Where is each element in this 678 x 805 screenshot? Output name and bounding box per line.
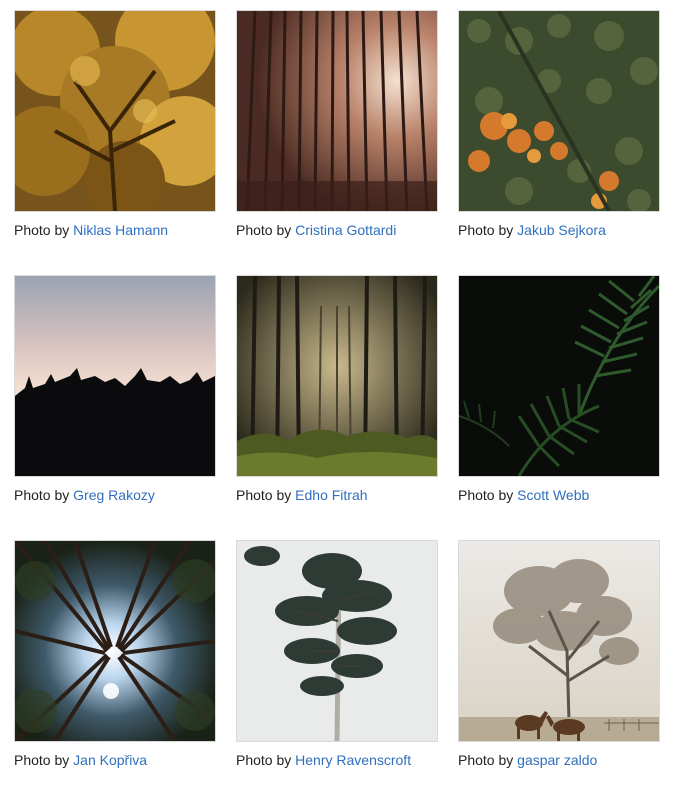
- caption-prefix: Photo by: [236, 222, 292, 238]
- photo-credit: Photo by Cristina Gottardi: [236, 222, 438, 239]
- gallery-card: Photo by Greg Rakozy: [14, 275, 216, 540]
- photo-looking-up-pine-trees[interactable]: [14, 540, 216, 742]
- gallery-card: Photo by Niklas Hamann: [14, 10, 216, 275]
- gallery-card: Photo by gaspar zaldo: [458, 540, 660, 805]
- gallery-card: Photo by Edho Fitrah: [236, 275, 438, 540]
- gallery-card: Photo by Jakub Sejkora: [458, 10, 660, 275]
- photographer-link[interactable]: Scott Webb: [517, 487, 589, 503]
- photographer-link[interactable]: Jan Kopřiva: [73, 752, 147, 768]
- photo-credit: Photo by Scott Webb: [458, 487, 660, 504]
- photographer-link[interactable]: Edho Fitrah: [295, 487, 367, 503]
- photographer-link[interactable]: Greg Rakozy: [73, 487, 155, 503]
- caption-prefix: Photo by: [14, 222, 70, 238]
- gallery-card: Photo by Henry Ravenscroft: [236, 540, 438, 805]
- photographer-link[interactable]: Niklas Hamann: [73, 222, 168, 238]
- photo-tall-pine-forest-sunlight[interactable]: [236, 10, 438, 212]
- caption-prefix: Photo by: [458, 222, 514, 238]
- photo-misty-forest-undergrowth[interactable]: [236, 275, 438, 477]
- caption-prefix: Photo by: [236, 752, 292, 768]
- caption-prefix: Photo by: [458, 487, 514, 503]
- gallery-card: Photo by Scott Webb: [458, 275, 660, 540]
- caption-prefix: Photo by: [458, 752, 514, 768]
- photo-credit: Photo by Henry Ravenscroft: [236, 752, 438, 769]
- caption-prefix: Photo by: [236, 487, 292, 503]
- caption-prefix: Photo by: [14, 752, 70, 768]
- photo-credit: Photo by Greg Rakozy: [14, 487, 216, 504]
- photo-credit: Photo by Niklas Hamann: [14, 222, 216, 239]
- gallery-card: Photo by Cristina Gottardi: [236, 10, 438, 275]
- gallery-card: Photo by Jan Kopřiva: [14, 540, 216, 805]
- photographer-link[interactable]: gaspar zaldo: [517, 752, 597, 768]
- photographer-link[interactable]: Henry Ravenscroft: [295, 752, 411, 768]
- photo-autumn-tree-canopy[interactable]: [14, 10, 216, 212]
- caption-prefix: Photo by: [14, 487, 70, 503]
- photo-foggy-tree-with-horses[interactable]: [458, 540, 660, 742]
- photographer-link[interactable]: Jakub Sejkora: [517, 222, 606, 238]
- photographer-link[interactable]: Cristina Gottardi: [295, 222, 396, 238]
- photo-palm-fronds-dark[interactable]: [458, 275, 660, 477]
- photo-lone-pine-tree[interactable]: [236, 540, 438, 742]
- photo-aerial-autumn-forest[interactable]: [458, 10, 660, 212]
- photo-gallery: Photo by Niklas Hamann Photo by Cristina…: [14, 10, 660, 805]
- photo-credit: Photo by Jakub Sejkora: [458, 222, 660, 239]
- photo-treeline-silhouette-dusk[interactable]: [14, 275, 216, 477]
- photo-credit: Photo by Edho Fitrah: [236, 487, 438, 504]
- photo-credit: Photo by Jan Kopřiva: [14, 752, 216, 769]
- photo-credit: Photo by gaspar zaldo: [458, 752, 660, 769]
